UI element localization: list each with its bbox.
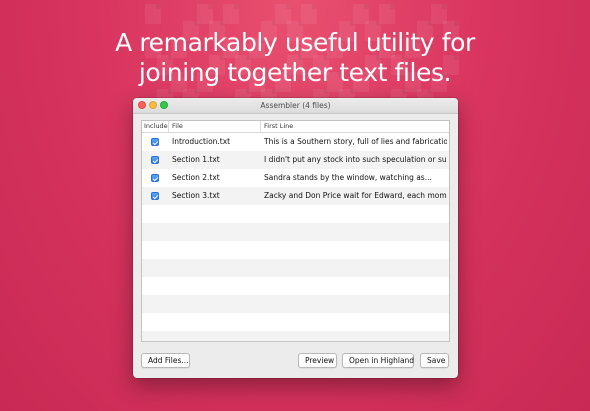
close-window-button[interactable]: [138, 101, 146, 109]
file-name: Section 3.txt: [172, 191, 220, 200]
background-document-icon: [223, 4, 239, 24]
table-row[interactable]: Section 2.txt Sandra stands by the windo…: [142, 169, 449, 187]
include-checkbox[interactable]: [151, 192, 159, 200]
headline-line-2: joining together text files.: [138, 58, 452, 87]
empty-row: [142, 259, 449, 277]
background-document-icon: [145, 4, 161, 24]
background-document-icon: [379, 4, 395, 24]
zoom-window-button[interactable]: [160, 101, 168, 109]
table-header: Include File First Line: [142, 121, 449, 133]
minimize-window-button[interactable]: [149, 101, 157, 109]
headline: A remarkably useful utility for joining …: [0, 28, 590, 88]
empty-row: [142, 295, 449, 313]
window-title: Assembler (4 files): [260, 101, 331, 110]
save-button[interactable]: Save: [420, 353, 449, 368]
table-row[interactable]: Section 3.txt Zacky and Don Price wait f…: [142, 187, 449, 205]
empty-row: [142, 331, 449, 341]
column-header-file[interactable]: File: [172, 121, 261, 132]
first-line: Sandra stands by the window, watching as…: [264, 173, 432, 182]
empty-row: [142, 313, 449, 331]
preview-button[interactable]: Preview: [298, 353, 337, 368]
table-row[interactable]: Section 1.txt I didn't put any stock int…: [142, 151, 449, 169]
first-line: Zacky and Don Price wait for Edward, eac…: [264, 191, 447, 200]
empty-row: [142, 277, 449, 295]
open-in-highland-button[interactable]: Open in Highland: [342, 353, 414, 368]
file-name: Introduction.txt: [172, 137, 231, 146]
first-line: This is a Southern story, full of lies a…: [264, 137, 447, 146]
include-checkbox[interactable]: [151, 138, 159, 146]
background-document-icon: [301, 4, 317, 24]
files-table: Include File First Line Introduction.txt…: [141, 120, 450, 342]
column-header-first-line[interactable]: First Line: [264, 121, 444, 132]
first-line: I didn't put any stock into such specula…: [264, 155, 447, 164]
file-name: Section 2.txt: [172, 173, 220, 182]
include-checkbox[interactable]: [151, 156, 159, 164]
table-row[interactable]: Introduction.txt This is a Southern stor…: [142, 133, 449, 151]
include-checkbox[interactable]: [151, 174, 159, 182]
empty-row: [142, 205, 449, 223]
assembler-window: Assembler (4 files) Include File First L…: [133, 98, 458, 378]
file-name: Section 1.txt: [172, 155, 220, 164]
headline-line-1: A remarkably useful utility for: [115, 28, 475, 57]
add-files-button[interactable]: Add Files...: [141, 353, 190, 368]
empty-row: [142, 223, 449, 241]
empty-row: [142, 241, 449, 259]
title-bar[interactable]: Assembler (4 files): [133, 98, 458, 114]
column-header-include[interactable]: Include: [144, 121, 169, 132]
